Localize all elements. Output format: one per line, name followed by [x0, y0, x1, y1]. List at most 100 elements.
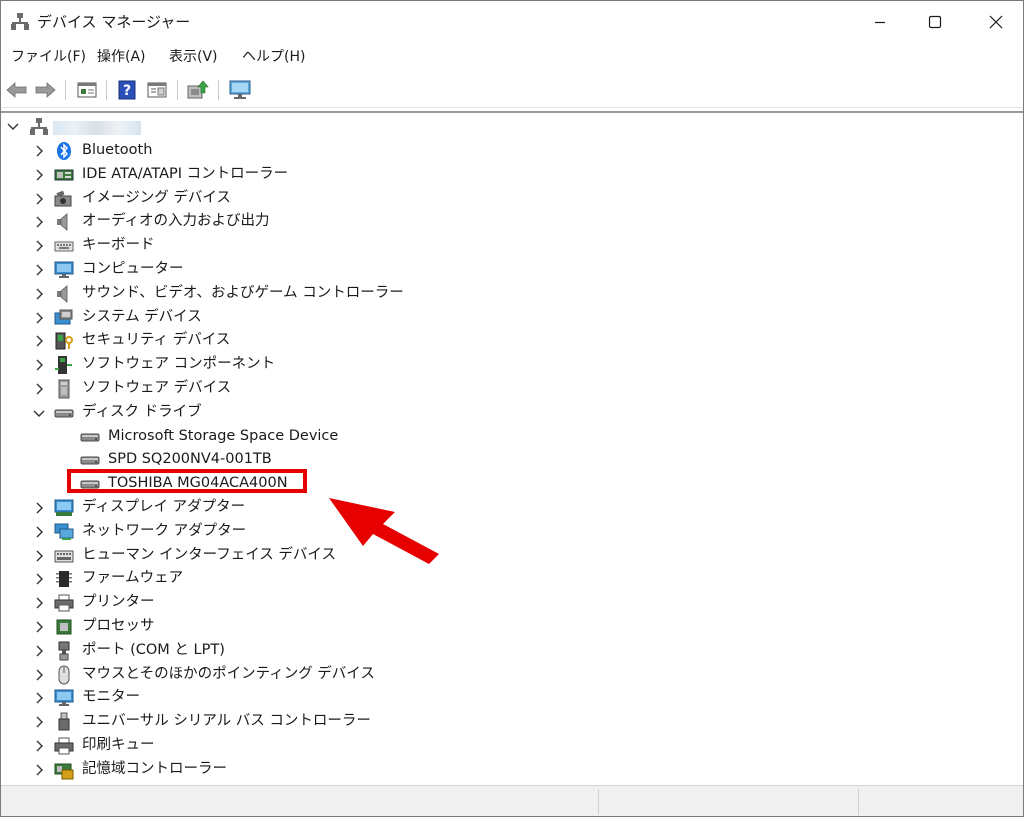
menu-help[interactable]: ヘルプ(H) — [242, 48, 305, 66]
tree-category-label: モニター — [82, 689, 140, 706]
properties-icon — [77, 82, 97, 98]
minimize-button[interactable] — [857, 1, 903, 43]
tree-category-row[interactable]: ポート (COM と LPT) — [1, 639, 701, 662]
tree-category-label: プロセッサ — [82, 618, 155, 634]
tree-category-row[interactable]: ソフトウェア コンポーネント — [1, 353, 701, 376]
chevron-right-icon[interactable] — [32, 643, 46, 657]
tree-category-label: ソフトウェア デバイス — [82, 380, 232, 396]
chevron-right-icon[interactable] — [32, 214, 46, 228]
tree-category-label: プリンター — [82, 594, 155, 611]
chevron-right-icon[interactable] — [32, 357, 46, 371]
chevron-right-icon[interactable] — [32, 690, 46, 704]
chevron-right-icon[interactable] — [32, 714, 46, 728]
menu-action[interactable]: 操作(A) — [97, 48, 146, 66]
tree-category-row[interactable]: ファームウェア — [1, 567, 701, 590]
tree-category-row[interactable]: プロセッサ — [1, 615, 701, 638]
monitor-icon — [54, 688, 74, 708]
status-bar — [1, 785, 1023, 816]
system-device-icon — [54, 308, 74, 328]
tree-category-row[interactable]: マウスとそのほかのポインティング デバイス — [1, 663, 701, 686]
software-component-icon — [54, 355, 74, 375]
chevron-right-icon[interactable] — [32, 738, 46, 752]
menu-bar: ファイル(F) 操作(A) 表示(V) ヘルプ(H) — [1, 43, 1023, 71]
chevron-right-icon[interactable] — [32, 571, 46, 585]
tree-category-row[interactable]: イメージング デバイス — [1, 187, 701, 210]
device-label: SPD SQ200NV4-001TB — [108, 451, 272, 468]
forward-button[interactable] — [33, 78, 57, 102]
tree-category-label: サウンド、ビデオ、およびゲーム コントローラー — [82, 284, 404, 301]
chevron-right-icon[interactable] — [32, 191, 46, 205]
tree-category-label: ソフトウェア コンポーネント — [82, 356, 276, 373]
speaker-icon — [54, 284, 74, 304]
menu-file[interactable]: ファイル(F) — [11, 48, 86, 66]
tree-category-row[interactable]: ソフトウェア デバイス — [1, 377, 701, 400]
port-icon — [54, 641, 74, 661]
tree-category-label: IDE ATA/ATAPI コントローラー — [82, 165, 289, 182]
toolbar-separator — [177, 80, 178, 100]
tree-category-row[interactable]: プリンター — [1, 591, 701, 614]
tree-category-row[interactable]: キーボード — [1, 234, 701, 257]
menu-view[interactable]: 表示(V) — [169, 48, 218, 66]
printer-icon — [54, 593, 74, 613]
ide-controller-icon — [54, 165, 74, 185]
chevron-right-icon[interactable] — [32, 595, 46, 609]
update-driver-button[interactable] — [186, 78, 210, 102]
tree-category-label: オーディオの入力および出力 — [82, 213, 270, 230]
network-adapter-icon — [54, 522, 74, 542]
printer-icon — [54, 736, 74, 756]
back-button[interactable] — [5, 78, 29, 102]
chevron-right-icon[interactable] — [32, 167, 46, 181]
svg-text:?: ? — [123, 83, 131, 99]
storage-controller-icon — [54, 760, 74, 780]
tree-category-row[interactable]: コンピューター — [1, 258, 701, 281]
scan-hardware-button[interactable] — [228, 78, 252, 102]
close-button[interactable] — [973, 1, 1019, 43]
chevron-right-icon[interactable] — [32, 667, 46, 681]
close-icon — [989, 15, 1003, 29]
root-name-blur — [53, 121, 141, 135]
chevron-right-icon[interactable] — [32, 548, 46, 562]
chevron-right-icon[interactable] — [32, 500, 46, 514]
tree-category-row[interactable]: IDE ATA/ATAPI コントローラー — [1, 163, 701, 186]
view-list-icon — [147, 82, 167, 98]
tree-category-label: 記憶域コントローラー — [82, 760, 227, 777]
help-button[interactable]: ? — [115, 78, 139, 102]
processor-icon — [54, 617, 74, 637]
maximize-button[interactable] — [912, 1, 958, 43]
tree-category-row[interactable]: Bluetooth — [1, 139, 701, 162]
chevron-right-icon[interactable] — [32, 310, 46, 324]
view-button[interactable] — [145, 78, 169, 102]
usb-icon — [54, 712, 74, 732]
speaker-icon — [54, 212, 74, 232]
update-driver-icon — [187, 80, 209, 99]
tree-category-label: マウスとそのほかのポインティング デバイス — [82, 665, 375, 682]
chevron-right-icon[interactable] — [32, 762, 46, 776]
chevron-right-icon[interactable] — [32, 333, 46, 347]
tree-category-row[interactable]: システム デバイス — [1, 306, 701, 329]
chevron-right-icon[interactable] — [32, 381, 46, 395]
tree-category-label: ユニバーサル シリアル バス コントローラー — [82, 713, 371, 730]
tree-device-row[interactable]: Microsoft Storage Space Device — [1, 425, 701, 448]
tree-root[interactable] — [1, 115, 701, 138]
tree-category-row[interactable]: オーディオの入力および出力 — [1, 210, 701, 233]
tree-device-row[interactable]: SPD SQ200NV4-001TB — [1, 448, 701, 471]
device-manager-icon — [10, 12, 30, 32]
tree-category-row[interactable]: 印刷キュー — [1, 734, 701, 757]
tree-category-row[interactable]: ユニバーサル シリアル バス コントローラー — [1, 710, 701, 733]
chevron-right-icon[interactable] — [32, 619, 46, 633]
chevron-down-icon[interactable] — [32, 405, 46, 419]
tree-category-row[interactable]: 記憶域コントローラー — [1, 758, 701, 781]
chevron-down-icon[interactable] — [6, 119, 20, 133]
chevron-right-icon[interactable] — [32, 286, 46, 300]
chevron-right-icon[interactable] — [32, 143, 46, 157]
mouse-icon — [54, 665, 74, 685]
status-divider — [598, 789, 599, 815]
tree-category-row[interactable]: セキュリティ デバイス — [1, 329, 701, 352]
chevron-right-icon[interactable] — [32, 238, 46, 252]
chevron-right-icon[interactable] — [32, 262, 46, 276]
tree-category-row[interactable]: モニター — [1, 686, 701, 709]
tree-category-row[interactable]: サウンド、ビデオ、およびゲーム コントローラー — [1, 282, 701, 305]
properties-button[interactable] — [75, 78, 99, 102]
tree-category-row[interactable]: ディスク ドライブ — [1, 401, 701, 424]
chevron-right-icon[interactable] — [32, 524, 46, 538]
